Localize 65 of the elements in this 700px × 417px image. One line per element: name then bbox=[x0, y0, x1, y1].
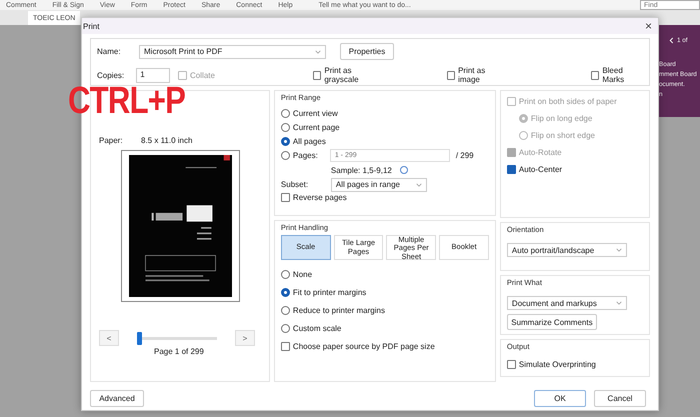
subset-dropdown[interactable]: All pages in range bbox=[330, 178, 427, 192]
checkbox-label: Print as grayscale bbox=[324, 66, 360, 84]
summarize-comments-button[interactable]: Summarize Comments bbox=[506, 314, 597, 330]
radio-button[interactable] bbox=[280, 137, 290, 146]
checkbox-label: Print on both sides of paper bbox=[518, 97, 617, 106]
chevron-down-icon bbox=[616, 248, 622, 252]
checkbox-label: Reverse pages bbox=[292, 193, 347, 202]
checkbox[interactable] bbox=[506, 165, 516, 174]
checkbox[interactable] bbox=[590, 70, 600, 80]
radio-button[interactable] bbox=[280, 151, 290, 160]
copies-field[interactable]: 1 bbox=[136, 68, 170, 82]
previous-page-button[interactable]: < bbox=[99, 330, 119, 346]
checkbox[interactable] bbox=[312, 70, 322, 80]
info-icon[interactable] bbox=[400, 166, 408, 174]
radio-label: Pages: bbox=[292, 151, 318, 160]
chevron-down-icon bbox=[315, 50, 321, 54]
radio-label: Reduce to printer margins bbox=[292, 306, 385, 314]
checkbox[interactable] bbox=[280, 342, 290, 350]
shortcut-caption: CTRL+P bbox=[68, 82, 186, 120]
field-label: Subset: bbox=[280, 180, 310, 189]
radio-label: Current page bbox=[292, 123, 340, 132]
radio-button[interactable] bbox=[280, 123, 290, 132]
orientation-dropdown[interactable]: Auto portrait/landscape bbox=[506, 243, 627, 257]
advanced-button[interactable]: Advanced bbox=[90, 390, 144, 406]
checkbox[interactable] bbox=[280, 193, 290, 202]
page-indicator: Page 1 of 299 bbox=[154, 347, 205, 356]
checkbox-label: Print as image bbox=[458, 66, 486, 84]
checkbox-label: Bleed Marks bbox=[602, 66, 626, 84]
radio-label: Custom scale bbox=[292, 324, 342, 332]
checkbox-label: Auto-Center bbox=[518, 165, 562, 174]
properties-button[interactable]: Properties bbox=[340, 43, 394, 60]
radio-label: Fit to printer margins bbox=[292, 288, 366, 296]
page-total: / 299 bbox=[456, 151, 474, 160]
checkbox-label: Simulate Overprinting bbox=[518, 360, 596, 369]
checkbox-label: Collate bbox=[190, 70, 215, 80]
window-title: Print bbox=[83, 22, 100, 30]
printer-dropdown[interactable]: Microsoft Print to PDF bbox=[139, 44, 326, 58]
chevron-down-icon bbox=[416, 182, 422, 186]
chevron-left-icon[interactable] bbox=[669, 37, 674, 44]
ok-button[interactable]: OK bbox=[534, 390, 586, 406]
checkbox[interactable] bbox=[446, 70, 456, 80]
radio-button[interactable] bbox=[280, 324, 290, 332]
close-icon[interactable]: × bbox=[644, 19, 652, 33]
radio-button[interactable] bbox=[280, 306, 290, 314]
radio-button[interactable] bbox=[280, 288, 290, 296]
checkbox[interactable] bbox=[506, 360, 516, 369]
radio-label: All pages bbox=[292, 137, 326, 146]
radio-button[interactable] bbox=[280, 109, 290, 118]
checkbox-label: Auto-Rotate bbox=[518, 148, 562, 157]
slider-thumb[interactable] bbox=[137, 332, 142, 344]
checkbox-label: Choose paper source by PDF page size bbox=[292, 342, 435, 350]
next-page-button[interactable]: > bbox=[235, 330, 255, 346]
radio-label: Flip on long edge bbox=[530, 114, 592, 123]
sample-hint: Sample: 1,5-9,12 bbox=[330, 166, 392, 174]
radio-label: Flip on short edge bbox=[530, 131, 595, 140]
radio-button[interactable] bbox=[280, 270, 290, 278]
radio-label: Current view bbox=[292, 109, 338, 118]
info-label: Paper: bbox=[99, 136, 124, 145]
print-what-dropdown[interactable]: Document and markups bbox=[506, 296, 627, 310]
field-label: Name: bbox=[97, 47, 122, 56]
field-label: Copies: bbox=[97, 70, 126, 80]
cancel-button[interactable]: Cancel bbox=[594, 390, 646, 406]
info-value: 8.5 x 11.0 inch bbox=[141, 136, 192, 145]
chevron-down-icon bbox=[616, 301, 622, 305]
radio-label: None bbox=[292, 270, 312, 278]
